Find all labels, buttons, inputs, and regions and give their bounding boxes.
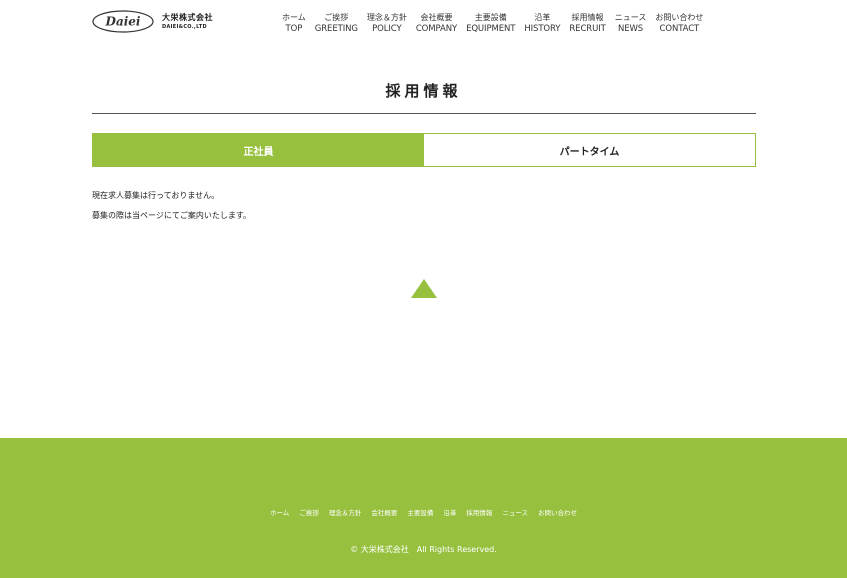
recruit-notice-text: 現在求人募集は行っておりません。 — [92, 191, 220, 200]
nav-item-recruit[interactable]: 採用情報 RECRUIT — [569, 13, 605, 35]
triangle-up-icon[interactable] — [411, 279, 437, 298]
footer-link-news[interactable]: ニュース — [502, 507, 528, 517]
nav-item-equipment[interactable]: 主要設備 EQUIPMENT — [466, 13, 515, 35]
logo-script: Daiei — [105, 15, 141, 29]
nav-item-company[interactable]: 会社概要 COMPANY — [416, 13, 457, 35]
nav-label-en: NEWS — [617, 24, 644, 34]
site-footer: ホーム ご挨拶 理念＆方針 会社概要 主要設備 沿革 採用情報 ニュース お問い… — [0, 438, 847, 578]
logo-company-name-en: DAIEI&CO.,LTD — [162, 23, 207, 30]
footer-link-policy[interactable]: 理念＆方針 — [329, 507, 362, 517]
nav-label-en: HISTORY — [524, 24, 561, 34]
nav-label-en: EQUIPMENT — [466, 24, 516, 34]
employment-tabs: 正社員 パートタイム — [92, 133, 756, 167]
footer-link-greeting[interactable]: ご挨拶 — [299, 507, 319, 517]
footer-link-company[interactable]: 会社概要 — [371, 507, 397, 517]
nav-label-jp: ニュース — [614, 13, 647, 22]
nav-item-history[interactable]: 沿革 HISTORY — [524, 13, 560, 35]
recruit-notice-text: 募集の際は当ページにてご案内いたします。 — [92, 211, 252, 220]
nav-label-en: POLICY — [372, 24, 402, 34]
nav-label-jp: ご挨拶 — [324, 13, 349, 22]
copyright: © 大栄株式会社 All Rights Reserved. — [350, 545, 497, 554]
site-header: Daiei 大栄株式会社 DAIEI&CO.,LTD ホーム TOP ご挨拶 G… — [0, 0, 847, 48]
footer-link-recruit[interactable]: 採用情報 — [466, 507, 492, 517]
nav-label-en: TOP — [285, 24, 303, 34]
nav-item-contact[interactable]: お問い合わせ CONTACT — [655, 13, 703, 35]
page-title: 採用情報 — [385, 82, 462, 100]
nav-label-jp: 沿革 — [534, 13, 551, 22]
nav-item-policy[interactable]: 理念＆方針 POLICY — [367, 13, 407, 35]
tab-part-time[interactable]: パートタイム — [424, 134, 755, 166]
nav-item-news[interactable]: ニュース NEWS — [615, 13, 647, 35]
global-nav: ホーム TOP ご挨拶 GREETING 理念＆方針 POLICY 会社概要 C… — [282, 13, 703, 35]
nav-label-en: GREETING — [314, 24, 358, 34]
nav-label-jp: 会社概要 — [420, 13, 453, 22]
footer-link-top[interactable]: ホーム — [270, 507, 289, 517]
nav-label-jp: 採用情報 — [571, 13, 604, 22]
title-divider — [92, 113, 756, 114]
footer-link-contact[interactable]: お問い合わせ — [538, 507, 577, 517]
footer-nav: ホーム ご挨拶 理念＆方針 会社概要 主要設備 沿革 採用情報 ニュース お問い… — [0, 507, 847, 517]
nav-label-en: COMPANY — [415, 24, 458, 34]
logo-text: 大栄株式会社 DAIEI&CO.,LTD — [162, 13, 213, 31]
nav-item-greeting[interactable]: ご挨拶 GREETING — [315, 13, 358, 35]
daiei-oval-logo-icon: Daiei — [92, 10, 154, 33]
nav-label-jp: お問い合わせ — [655, 13, 704, 22]
footer-link-equipment[interactable]: 主要設備 — [407, 507, 433, 517]
nav-label-en: CONTACT — [659, 24, 700, 34]
footer-link-history[interactable]: 沿革 — [443, 507, 456, 517]
nav-label-jp: 主要設備 — [474, 13, 507, 22]
company-logo[interactable]: Daiei 大栄株式会社 DAIEI&CO.,LTD — [92, 10, 213, 33]
tab-full-time[interactable]: 正社員 — [93, 134, 424, 166]
nav-label-jp: ホーム — [282, 13, 306, 22]
logo-company-name: 大栄株式会社 — [162, 12, 213, 22]
nav-label-en: RECRUIT — [569, 24, 606, 34]
nav-item-top[interactable]: ホーム TOP — [282, 13, 306, 35]
nav-label-jp: 理念＆方針 — [366, 13, 407, 22]
